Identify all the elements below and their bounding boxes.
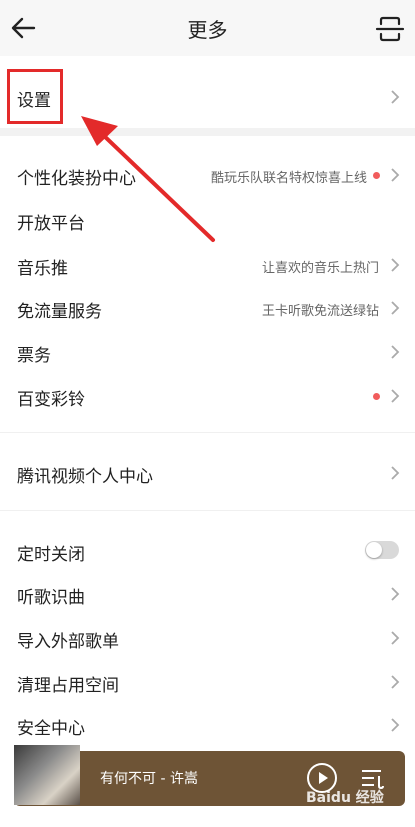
now-playing-title: 有何不可 - 许嵩 [100,771,198,787]
item-label: 免流量服务 [17,302,102,322]
chevron-right-icon [391,90,400,104]
chevron-right-icon [391,389,400,403]
chevron-right-icon [391,258,400,272]
item-label: 清理占用空间 [17,676,119,696]
chevron-right-icon [391,466,400,480]
item-label: 票务 [17,346,51,366]
list-item-import-playlist[interactable]: 导入外部歌单 [0,616,415,660]
sleep-timer-toggle[interactable] [365,541,399,559]
highlight-box [7,69,63,124]
section-divider [0,128,415,136]
item-label: 安全中心 [17,719,85,739]
list-item-tencent-video[interactable]: 腾讯视频个人中心 [0,451,415,495]
item-label: 听歌识曲 [17,588,85,608]
top-bar: 更多 [0,0,415,56]
scan-icon[interactable] [373,12,407,46]
item-label: 百变彩铃 [17,390,85,410]
item-subtitle: 王卡听歌免流送绿钻 [261,304,379,319]
watermark: Baidu 经验 [306,790,384,806]
section-divider [0,432,415,433]
notification-dot [373,172,380,179]
chevron-right-icon [391,345,400,359]
notification-dot [373,393,380,400]
list-item-music-promote[interactable]: 音乐推 让喜欢的音乐上热门 [0,243,415,287]
page-title: 更多 [187,18,228,42]
chevron-right-icon [391,718,400,732]
list-item-clear-storage[interactable]: 清理占用空间 [0,660,415,704]
list-item-song-recognition[interactable]: 听歌识曲 [0,572,415,616]
item-label: 腾讯视频个人中心 [17,467,153,487]
list-item-security-center[interactable]: 安全中心 [0,703,415,747]
item-label: 音乐推 [17,259,68,279]
chevron-right-icon [391,587,400,601]
item-subtitle: 酷玩乐队联名特权惊喜上线 [210,171,367,186]
item-label: 个性化装扮中心 [17,169,136,189]
list-item-ringtone[interactable]: 百变彩铃 [0,374,415,418]
list-item-sleep-timer[interactable]: 定时关闭 [0,529,415,573]
item-label: 导入外部歌单 [17,632,119,652]
album-cover[interactable] [14,745,80,805]
chevron-right-icon [391,631,400,645]
chevron-right-icon [391,168,400,182]
item-label: 定时关闭 [17,545,85,565]
chevron-right-icon [391,675,400,689]
list-item-personalize[interactable]: 个性化装扮中心 酷玩乐队联名特权惊喜上线 [0,153,415,197]
list-item-tickets[interactable]: 票务 [0,330,415,374]
toggle-knob [366,542,382,558]
item-subtitle: 让喜欢的音乐上热门 [261,261,379,276]
item-label: 开放平台 [17,214,85,234]
list-item-free-data[interactable]: 免流量服务 王卡听歌免流送绿钻 [0,286,415,330]
list-item-open-platform[interactable]: 开放平台 [0,198,415,242]
section-divider [0,510,415,511]
chevron-right-icon [391,301,400,315]
